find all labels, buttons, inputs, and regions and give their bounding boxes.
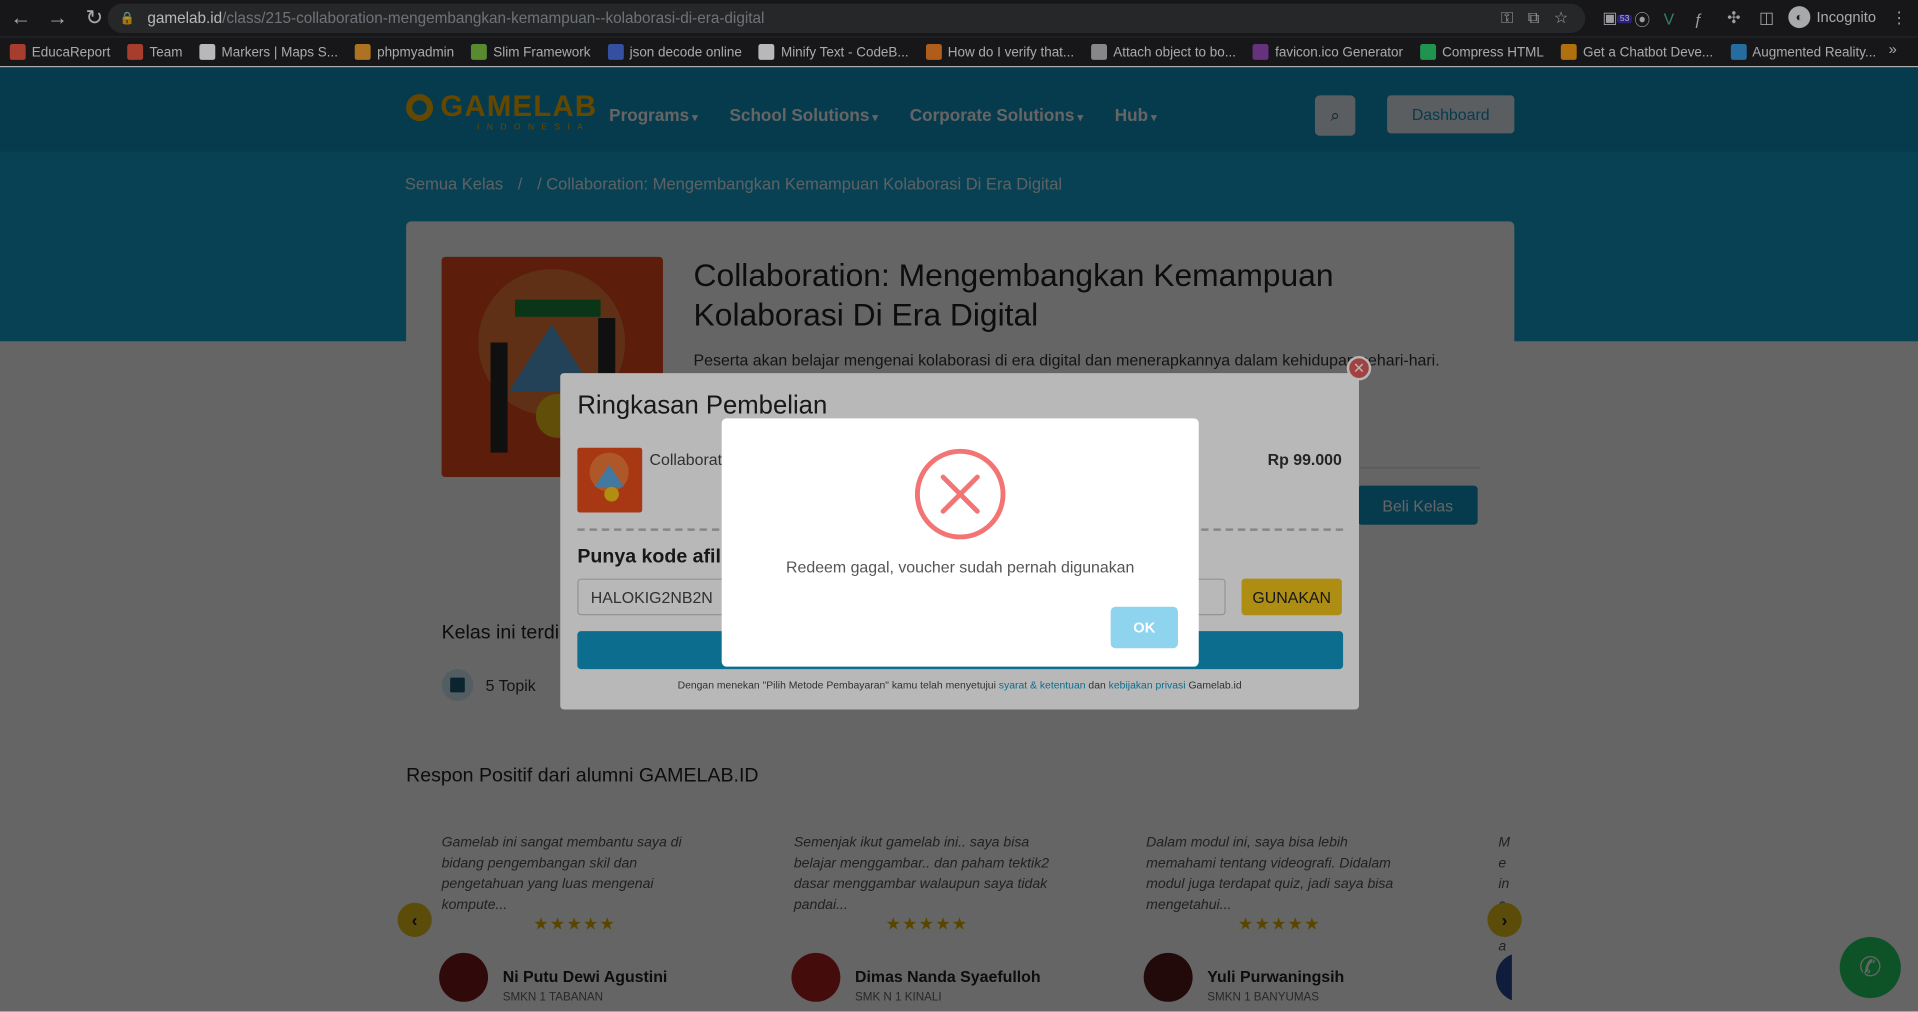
bookmark-favicon-icon [1730, 44, 1747, 60]
terms-suffix: Gamelab.id [1188, 678, 1242, 692]
bookmark-favicon-icon [9, 44, 26, 60]
bookmarks-bar: EducaReport Team Markers | Maps S... phpmya… [0, 36, 1918, 67]
bookmark-favicon-icon [758, 44, 775, 60]
bookmark-label: Slim Framework [493, 44, 591, 60]
star-icon[interactable]: ☆ [1554, 9, 1568, 29]
summary-title: Ringkasan Pembelian [577, 391, 828, 420]
alert-message: Redeem gagal, voucher sudah pernah digun… [786, 557, 1135, 577]
affiliate-heading: Punya kode afili [577, 546, 727, 568]
bookmark-item[interactable]: favicon.ico Generator [1253, 44, 1403, 60]
bookmark-label: How do I verify that... [947, 44, 1075, 60]
bookmark-label: Compress HTML [1442, 44, 1544, 60]
bookmark-item[interactable]: Compress HTML [1420, 44, 1544, 60]
close-modal-button[interactable]: ✕ [1346, 355, 1372, 381]
bookmark-item[interactable]: EducaReport [9, 44, 111, 60]
address-bar[interactable]: 🔒 gamelab.id/class/215-collaboration-men… [107, 3, 1586, 34]
extension-badge: 53 [1617, 14, 1632, 23]
incognito-label: Incognito [1816, 8, 1877, 26]
bookmark-item[interactable]: How do I verify that... [925, 44, 1075, 60]
bookmark-label: json decode online [629, 44, 742, 60]
bookmark-label: Augmented Reality... [1752, 44, 1877, 60]
summary-item-name: Collaborat [649, 450, 723, 469]
privacy-link[interactable]: kebijakan privasi [1109, 679, 1186, 691]
extension-icon-3[interactable]: ƒ [1694, 6, 1703, 30]
error-alert-dialog: Redeem gagal, voucher sudah pernah digun… [721, 418, 1199, 667]
bookmark-label: Get a Chatbot Deve... [1582, 44, 1714, 60]
reload-icon[interactable]: ↻ [78, 2, 110, 34]
bookmark-item[interactable]: Markers | Maps S... [199, 44, 338, 60]
bookmark-label: Attach object to bo... [1113, 44, 1236, 60]
apply-code-button[interactable]: GUNAKAN [1241, 578, 1342, 616]
bookmark-label: Markers | Maps S... [221, 44, 338, 60]
ok-button[interactable]: OK [1110, 606, 1178, 649]
forward-icon[interactable]: → [42, 2, 74, 34]
extension-icon[interactable]: ▣ 53 [1602, 6, 1632, 30]
more-bookmarks-icon[interactable]: » [1889, 40, 1904, 57]
bookmark-favicon-icon [199, 44, 216, 60]
bookmark-favicon-icon [1420, 44, 1437, 60]
close-icon: ✕ [1352, 359, 1366, 377]
bookmark-item[interactable]: phpmyadmin [355, 44, 454, 60]
bookmark-item[interactable]: Team [127, 44, 182, 60]
puzzle-icon[interactable]: ✣ [1727, 6, 1740, 30]
bookmark-favicon-icon [1091, 44, 1108, 60]
bookmark-favicon-icon [1560, 44, 1577, 60]
bookmark-item[interactable]: Minify Text - CodeB... [758, 44, 909, 60]
incognito-indicator[interactable]: ◐ Incognito [1788, 6, 1877, 29]
extension-icon-2[interactable]: ⦿ [1634, 6, 1650, 30]
bookmark-label: Minify Text - CodeB... [780, 44, 909, 60]
terms-link[interactable]: syarat & ketentuan [999, 679, 1086, 691]
bookmark-item[interactable]: Attach object to bo... [1091, 44, 1236, 60]
error-icon [914, 448, 1006, 540]
bookmark-label: favicon.ico Generator [1275, 44, 1404, 60]
summary-thumbnail [577, 447, 643, 513]
page: GAMELAB INDONESIA Programs School Soluti… [0, 67, 1918, 1012]
bookmark-item[interactable]: Get a Chatbot Deve... [1560, 44, 1714, 60]
bookmark-favicon-icon [607, 44, 624, 60]
bookmark-label: Team [149, 44, 183, 60]
lock-icon: 🔒 [119, 11, 136, 26]
bookmark-label: EducaReport [31, 44, 111, 60]
bookmark-favicon-icon [355, 44, 371, 60]
translate-icon[interactable]: ⧉ [1528, 9, 1539, 29]
url-host: gamelab.id [147, 9, 223, 27]
url-path: /class/215-collaboration-mengembangkan-k… [222, 9, 765, 27]
incognito-icon: ◐ [1788, 6, 1811, 29]
bookmark-item[interactable]: Slim Framework [471, 44, 590, 60]
menu-icon[interactable]: ⋮ [1891, 6, 1907, 30]
sidepanel-icon[interactable]: ◫ [1759, 6, 1774, 30]
back-icon[interactable]: ← [5, 2, 37, 34]
browser-toolbar: ← → ↻ 🔒 gamelab.id/class/215-collaborati… [0, 0, 1918, 37]
terms-and: dan [1088, 678, 1106, 692]
terms-text: Dengan menekan "Pilih Metode Pembayaran"… [560, 679, 1359, 691]
bookmark-item[interactable]: json decode online [607, 44, 742, 60]
bookmark-favicon-icon [1253, 44, 1270, 60]
bookmark-item[interactable]: Augmented Reality... [1730, 44, 1876, 60]
summary-price: Rp 99.000 [1267, 450, 1342, 469]
vue-icon[interactable]: V [1664, 6, 1675, 30]
bookmark-label: phpmyadmin [377, 44, 455, 60]
bookmark-favicon-icon [471, 44, 488, 60]
terms-prefix: Dengan menekan "Pilih Metode Pembayaran"… [677, 678, 996, 692]
key-icon[interactable]: ⚿ [1501, 9, 1513, 29]
bookmark-favicon-icon [925, 44, 942, 60]
bookmark-favicon-icon [127, 44, 144, 60]
